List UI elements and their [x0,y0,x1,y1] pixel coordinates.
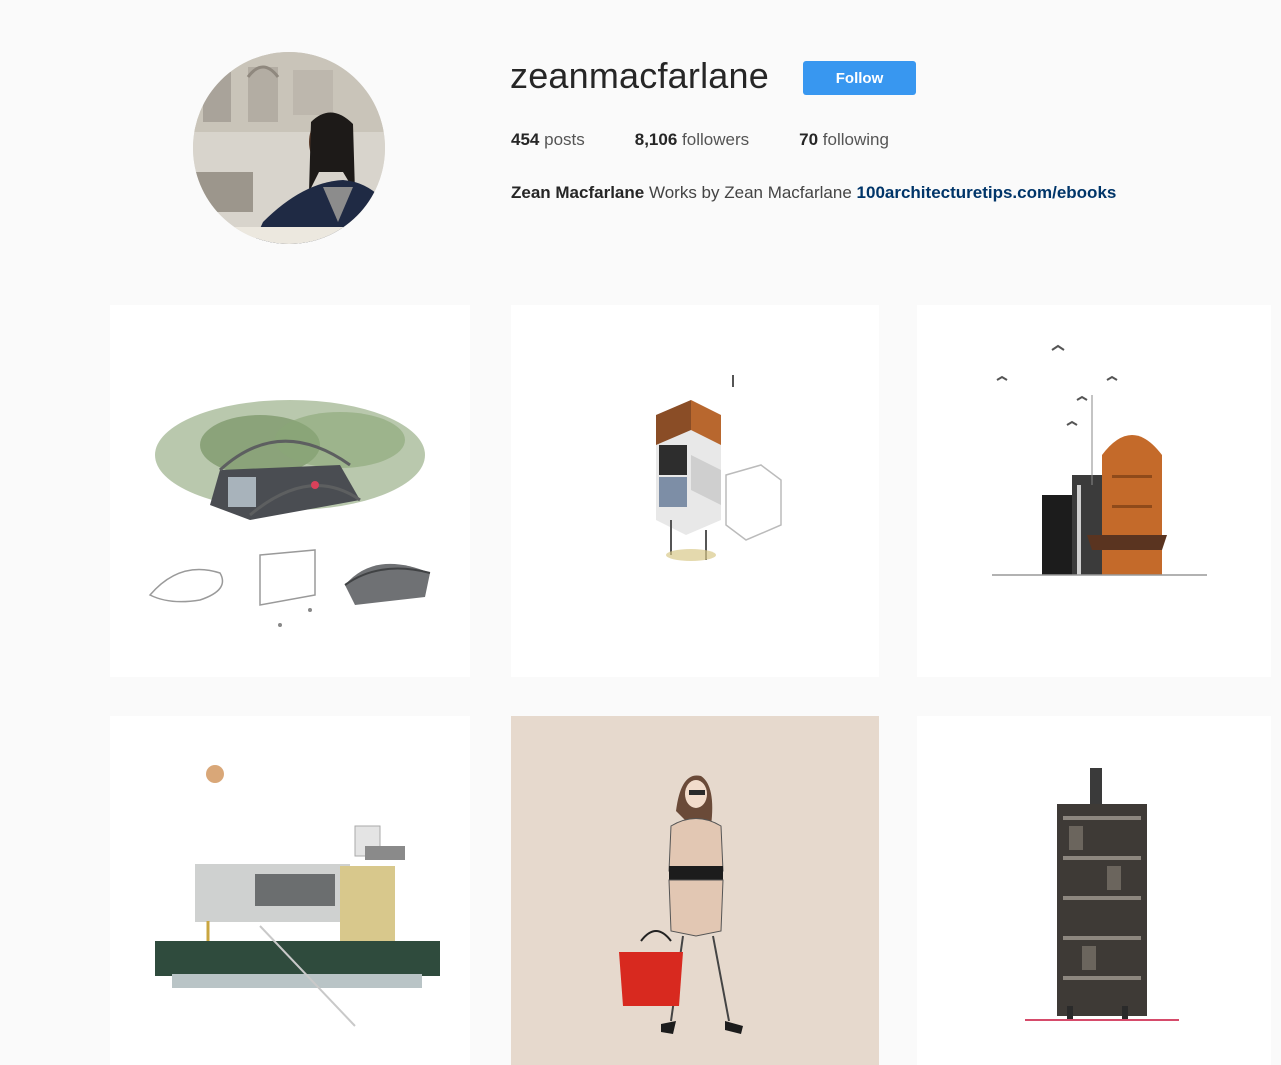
post-image [992,344,1207,576]
following-count: 70 [799,130,819,149]
profile-header: zeanmacfarlane Follow 454 posts 8,106 fo… [0,0,1281,300]
profile-bio: Zean Macfarlane Works by Zean Macfarlane… [511,183,1116,203]
bio-link[interactable]: 100architecturetips.com/ebooks [857,183,1117,202]
stat-posts: 454 posts [511,130,585,150]
post-woman-red-bag[interactable] [511,716,879,1065]
post-dark-tower-elevation[interactable] [917,716,1271,1065]
post-isometric-tower[interactable] [511,305,879,677]
post-image [148,400,431,627]
stat-following[interactable]: 70 following [799,130,889,150]
follow-button[interactable]: Follow [803,61,916,95]
avatar-photo [193,52,385,244]
following-label: following [822,130,889,149]
posts-count: 454 [511,130,540,149]
profile-username: zeanmacfarlane [510,55,769,96]
stat-followers[interactable]: 8,106 followers [635,130,749,150]
posts-label: posts [544,130,585,149]
post-image [1025,768,1179,1021]
followers-label: followers [682,130,750,149]
post-image [656,375,782,561]
post-vine-covered-pavilion[interactable] [110,305,470,677]
post-modern-house-elevation[interactable] [110,716,470,1065]
post-image [155,765,440,1027]
profile-stats: 454 posts 8,106 followers 70 following [511,130,939,150]
bio-full-name: Zean Macfarlane [511,183,645,202]
followers-count: 8,106 [634,130,678,149]
bio-text: Works by Zean Macfarlane [648,183,852,202]
post-orange-arch-facade[interactable] [917,305,1271,677]
post-image [619,775,743,1034]
profile-avatar[interactable] [193,52,385,244]
